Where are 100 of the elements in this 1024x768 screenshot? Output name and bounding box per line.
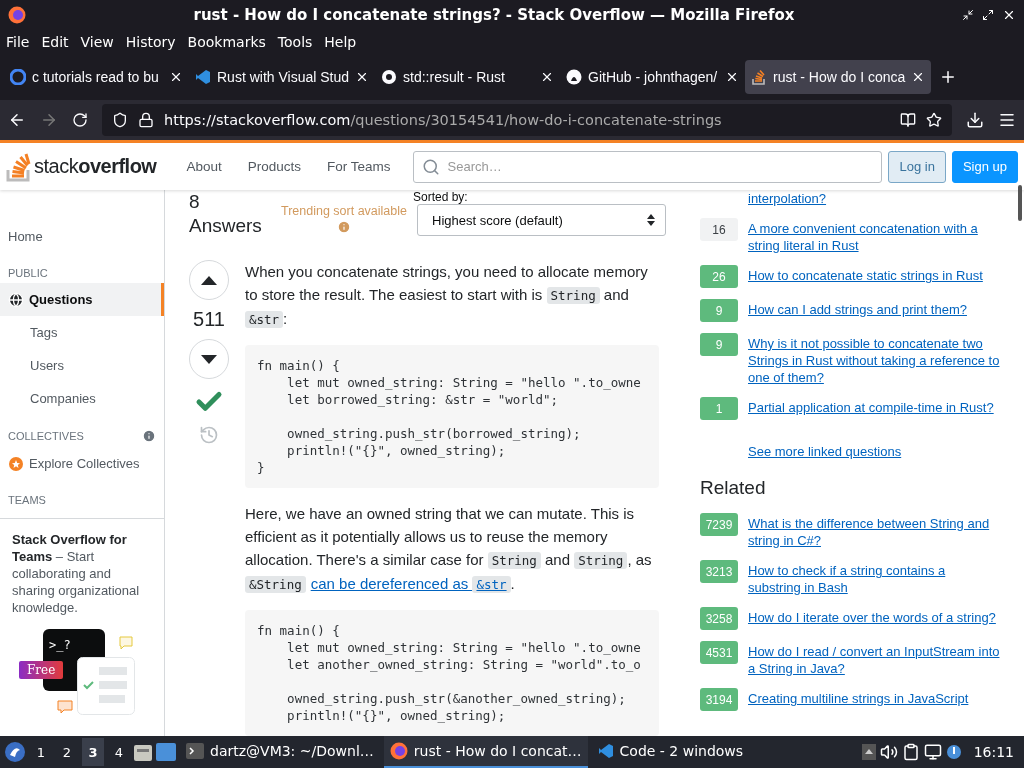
answer-count: 16 — [700, 218, 738, 241]
chat-bubble-icon — [119, 636, 133, 650]
menu-item[interactable]: View — [80, 34, 114, 50]
vote-score: 511 — [193, 308, 225, 331]
question-link[interactable]: Why is it not possible to concatenate two Strings in Rust without taking a reference to one of them? — [748, 333, 1000, 386]
question-link[interactable]: Creating multiline strings in JavaScript — [748, 688, 969, 707]
answer-count: 9 — [700, 299, 738, 322]
caret-down-icon — [201, 354, 217, 364]
code-block: fn main() { let mut owned_string: String = "hello ".to_owne let borrowed_string: &str = "world"; owned_string.push_str(borrowed_string); println!("{}", owned_string); } — [245, 345, 659, 488]
nav-link[interactable]: About — [176, 153, 232, 180]
answer-count: 7239 — [700, 513, 738, 536]
volume-icon[interactable] — [879, 743, 898, 761]
menu-item[interactable]: Help — [324, 34, 357, 50]
menu-item[interactable]: History — [125, 34, 176, 50]
workspace-switch[interactable]: 4 — [108, 738, 130, 766]
reader-view-icon[interactable] — [900, 112, 916, 128]
downvote-button[interactable] — [189, 339, 229, 379]
back-icon[interactable] — [8, 111, 26, 129]
caret-up-icon — [201, 275, 217, 285]
stack-icon — [751, 69, 768, 85]
workspace-switch[interactable]: 3 — [82, 738, 104, 766]
sidebar-item[interactable]: Explore Collectives — [0, 447, 164, 480]
download-icon[interactable] — [966, 111, 984, 129]
file-cabinet-icon[interactable] — [134, 743, 152, 761]
question-link[interactable]: A more convenient concatenation with a string literal in Rust — [748, 218, 1000, 254]
sort-select[interactable]: Highest score (default) — [417, 204, 666, 236]
taskbar-task[interactable]: dartz@VM3: ~/Downl… — [180, 736, 380, 768]
workspace-switch[interactable]: 2 — [56, 738, 78, 766]
answer-count: 9 — [700, 333, 738, 356]
taskbar-task[interactable]: Code - 2 windows — [591, 736, 750, 768]
trending-note: Trending sort available — [281, 204, 407, 218]
upvote-button[interactable] — [189, 260, 229, 300]
browser-tab[interactable]: rust - How do I conca — [745, 60, 932, 94]
sort-label: Sorted by: — [413, 190, 469, 204]
info-icon[interactable] — [142, 429, 156, 443]
menu-icon[interactable] — [998, 111, 1016, 129]
question-link[interactable]: Partial application at compile-time in Rust? — [748, 397, 994, 416]
network-icon[interactable] — [923, 743, 942, 761]
link[interactable]: can be dereferenced as &str — [310, 575, 511, 592]
browser-tab[interactable]: GitHub - johnthagen/ — [560, 60, 746, 94]
taskbar-task[interactable]: rust - How do I concat… — [383, 736, 588, 768]
workspace-switch[interactable]: 1 — [30, 738, 52, 766]
browser-tab[interactable]: std::result - Rust — [375, 60, 561, 94]
terminal-icon — [186, 743, 204, 759]
menu-item[interactable]: Edit — [41, 34, 69, 50]
nav-link[interactable]: For Teams — [317, 153, 401, 180]
globe-icon — [8, 291, 24, 308]
chat-bubble-icon — [57, 700, 73, 714]
browser-tab[interactable]: c tutorials read to bu — [4, 60, 189, 94]
checklist-drawing — [77, 657, 135, 715]
bookmark-star-icon[interactable] — [926, 112, 942, 128]
sidebar-item[interactable]: Home — [0, 220, 164, 253]
question-link[interactable]: How can I add strings and print them? — [748, 299, 967, 318]
question-link[interactable]: How do I read / convert an InputStream into a String in Java? — [748, 641, 1000, 677]
more-link[interactable]: See more linked questions — [748, 441, 902, 460]
section-heading: PUBLIC — [8, 267, 48, 279]
search-box[interactable]: Search… — [412, 150, 883, 183]
question-link[interactable]: What is the difference between String and string in C#? — [748, 513, 1000, 549]
clock: 16:11 — [973, 744, 1014, 760]
answer-count: 3194 — [700, 688, 738, 711]
forward-icon[interactable] — [40, 111, 58, 129]
close-icon[interactable] — [1002, 8, 1016, 22]
question-link[interactable]: How do I iterate over the words of a string? — [748, 607, 996, 626]
shield-icon — [112, 112, 128, 128]
section-heading: TEAMS — [8, 494, 46, 506]
answer-paragraph: When you concatenate strings, you need to allocate memory to store the result. The easiest to start with is String and &str : — [245, 262, 649, 330]
minimize-icon[interactable] — [962, 9, 974, 21]
question-link[interactable]: How to concatenate static strings in Rust — [748, 265, 983, 284]
answer-count: 4531 — [700, 641, 738, 664]
sidebar-item[interactable]: Questions — [0, 283, 164, 316]
start-menu-icon[interactable] — [4, 741, 26, 763]
sidebar-item[interactable]: Users — [0, 349, 164, 382]
maximize-icon[interactable] — [982, 9, 994, 21]
code-block: fn main() { let mut owned_string: String = "hello ".to_owne let another_owned_string: String = "world".to_o owned_string.push_str(&another_owned_string); println!("{}", owned_string); — [245, 610, 659, 736]
question-link[interactable]: interpolation? — [748, 190, 827, 207]
notification-icon[interactable] — [945, 744, 962, 760]
question-link[interactable]: How to check if a string contains a substring in Bash — [748, 560, 1000, 596]
nav-link[interactable]: Products — [237, 153, 311, 180]
reload-icon[interactable] — [72, 112, 88, 128]
browser-tab[interactable]: Rust with Visual Stud — [189, 60, 376, 94]
log-in-button[interactable]: Log in — [888, 150, 946, 183]
menu-item[interactable]: Tools — [277, 34, 313, 50]
address-field[interactable]: https://stackoverflow.com/questions/30154541/how-do-i-concatenate-strings — [102, 104, 952, 136]
section-heading: Related — [700, 477, 767, 499]
answer-count: 26 — [700, 265, 738, 288]
answer-count: 3213 — [700, 560, 738, 583]
teams-promo-text: Stack Overflow for Teams – Start collaborating and sharing organizational knowledge. — [12, 531, 141, 616]
close-tab-icon[interactable] — [169, 70, 183, 84]
sidebar-item[interactable]: Tags — [0, 316, 164, 349]
menu-item[interactable]: Bookmarks — [187, 34, 266, 50]
scrollbar-thumb[interactable] — [1018, 185, 1022, 221]
stack-logo-icon — [6, 151, 32, 182]
window-title: rust - How do I concatenate strings? - Stack Overflow — Mozilla Firefox — [192, 6, 796, 24]
answer-paragraph: Here, we have an owned string that we can mutate. This is efficient as it potentially allows us to reuse the memory allocation. There's a similar case for String and String , as &String can be dereferenced as &str . — [245, 504, 653, 595]
menu-item[interactable]: File — [6, 34, 30, 50]
search-icon — [421, 157, 440, 176]
ribbon-icon — [195, 69, 211, 85]
updown-caret-icon — [647, 214, 655, 226]
clipboard-icon[interactable] — [901, 743, 920, 761]
sidebar-item[interactable]: Companies — [0, 382, 164, 415]
